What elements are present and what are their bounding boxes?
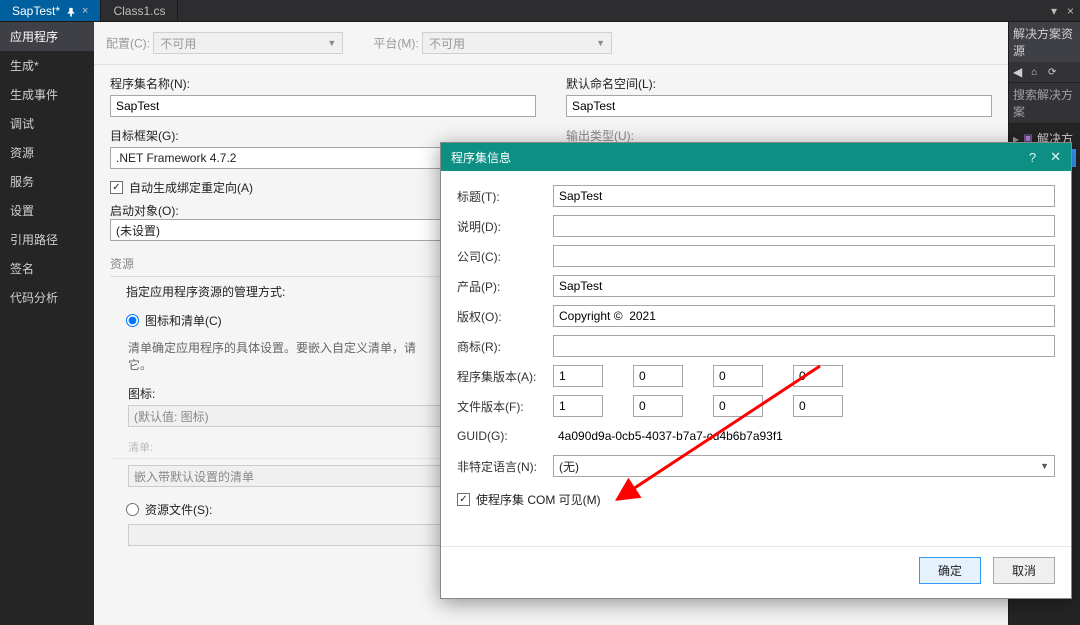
auto-binding-redirect-label: 自动生成绑定重定向(A) [129, 179, 253, 196]
close-icon[interactable]: ✕ [1050, 149, 1061, 165]
sidebar-item-codeanalysis[interactable]: 代码分析 [0, 283, 94, 312]
title-input[interactable] [553, 185, 1055, 207]
neutral-lang-select[interactable]: (无) ▼ [553, 455, 1055, 477]
desc-label: 说明(D): [457, 218, 543, 235]
tab-right-controls: ▾ × [1045, 0, 1080, 21]
resource-file-label: 资源文件(S): [145, 501, 212, 518]
com-visible-label: 使程序集 COM 可见(M) [476, 491, 601, 508]
close-icon[interactable]: × [82, 5, 88, 17]
guid-input[interactable] [553, 425, 1055, 447]
tab-label: Class1.cs [113, 4, 165, 18]
sidebar-item-settings[interactable]: 设置 [0, 196, 94, 225]
nav-back-icon[interactable]: ◀ [1013, 65, 1022, 79]
icon-manifest-radio[interactable] [126, 314, 139, 327]
trademark-label: 商标(R): [457, 338, 543, 355]
desc-input[interactable] [553, 215, 1055, 237]
tab-saptest[interactable]: SapTest* × [0, 0, 101, 21]
platform-combo: 不可用 ▼ [422, 32, 612, 54]
sidebar-item-signing[interactable]: 签名 [0, 254, 94, 283]
sidebar-item-build[interactable]: 生成* [0, 51, 94, 80]
com-visible-checkbox[interactable] [457, 493, 470, 506]
tab-class1[interactable]: Class1.cs [101, 0, 178, 21]
guid-label: GUID(G): [457, 429, 543, 443]
sidebar-item-build-events[interactable]: 生成事件 [0, 80, 94, 109]
company-input[interactable] [553, 245, 1055, 267]
assembly-name-label: 程序集名称(N): [110, 75, 536, 92]
sidebar-item-debug[interactable]: 调试 [0, 109, 94, 138]
ok-button[interactable]: 确定 [919, 557, 981, 584]
file-ver3-input[interactable] [713, 395, 763, 417]
file-version-label: 文件版本(F): [457, 398, 543, 415]
property-sidebar: 应用程序 生成* 生成事件 调试 资源 服务 设置 引用路径 签名 代码分析 [0, 22, 94, 625]
company-label: 公司(C): [457, 248, 543, 265]
neutral-lang-label: 非特定语言(N): [457, 458, 543, 475]
file-ver2-input[interactable] [633, 395, 683, 417]
help-icon[interactable]: ? [1029, 150, 1036, 165]
chevron-down-icon: ▼ [596, 38, 605, 48]
asm-ver1-input[interactable] [553, 365, 603, 387]
trademark-input[interactable] [553, 335, 1055, 357]
icon-manifest-label: 图标和清单(C) [145, 312, 222, 329]
cancel-button[interactable]: 取消 [993, 557, 1055, 584]
sol-search-input[interactable]: 搜索解决方案 [1009, 83, 1080, 124]
assembly-info-dialog: 程序集信息 ? ✕ 标题(T): 说明(D): 公司(C): 产品(P): 版权… [440, 142, 1072, 599]
chevron-down-icon: ▼ [1040, 461, 1049, 471]
asm-version-label: 程序集版本(A): [457, 368, 543, 385]
default-namespace-label: 默认命名空间(L): [566, 75, 992, 92]
copyright-label: 版权(O): [457, 308, 543, 325]
asm-ver3-input[interactable] [713, 365, 763, 387]
asm-ver4-input[interactable] [793, 365, 843, 387]
title-label: 标题(T): [457, 188, 543, 205]
file-ver4-input[interactable] [793, 395, 843, 417]
sidebar-item-services[interactable]: 服务 [0, 167, 94, 196]
tab-label: SapTest* [12, 4, 60, 18]
chevron-down-icon: ▼ [327, 38, 336, 48]
product-input[interactable] [553, 275, 1055, 297]
file-ver1-input[interactable] [553, 395, 603, 417]
config-label: 配置(C): [106, 37, 150, 51]
resource-file-radio[interactable] [126, 503, 139, 516]
tab-dropdown-icon[interactable]: ▾ [1051, 4, 1057, 18]
auto-binding-redirect-checkbox[interactable] [110, 181, 123, 194]
copyright-input[interactable] [553, 305, 1055, 327]
default-namespace-input[interactable] [566, 95, 992, 117]
sol-title: 解决方案资源 [1013, 25, 1076, 59]
sidebar-item-application[interactable]: 应用程序 [0, 22, 94, 51]
config-combo: 不可用 ▼ [153, 32, 343, 54]
tab-close-all-icon[interactable]: × [1067, 4, 1074, 18]
sidebar-item-resources[interactable]: 资源 [0, 138, 94, 167]
startup-object-label: 启动对象(O): [110, 204, 179, 218]
asm-ver2-input[interactable] [633, 365, 683, 387]
home-icon[interactable]: ⌂ [1028, 66, 1040, 78]
pin-icon [66, 6, 76, 16]
platform-label: 平台(M): [373, 37, 418, 51]
refresh-icon[interactable]: ⟳ [1046, 66, 1058, 78]
assembly-name-input[interactable] [110, 95, 536, 117]
modal-title: 程序集信息 [451, 149, 511, 166]
sidebar-item-refpaths[interactable]: 引用路径 [0, 225, 94, 254]
product-label: 产品(P): [457, 278, 543, 295]
